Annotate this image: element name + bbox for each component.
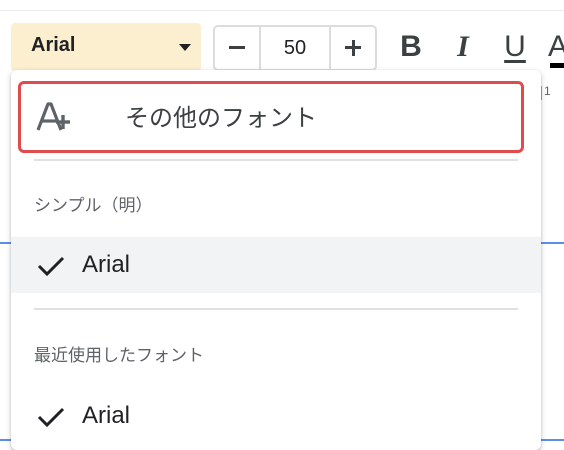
more-fonts-menu-item[interactable]: その他のフォント [18, 81, 524, 153]
increase-font-size-button[interactable] [329, 27, 375, 69]
font-dropdown-menu: その他のフォント シンプル（明） Arial 最近使用したフォント Arial [11, 70, 541, 450]
font-size-control: 50 [213, 25, 377, 71]
font-family-select[interactable]: Arial [11, 23, 201, 71]
menu-divider [34, 308, 518, 310]
menu-divider [34, 159, 518, 161]
font-option-label: Arial [82, 251, 131, 278]
guide-line-left [0, 242, 11, 244]
font-family-value: Arial [31, 34, 76, 56]
ruler-tick [541, 86, 542, 100]
more-fonts-label: その他のフォント [125, 104, 317, 132]
check-icon [37, 256, 65, 277]
font-size-input[interactable]: 50 [261, 27, 329, 69]
guide-line-right [541, 242, 564, 244]
text-color-swatch [550, 63, 564, 68]
recent-section-label: 最近使用したフォント [34, 346, 204, 366]
font-option-arial-simple[interactable]: Arial [11, 237, 541, 293]
bold-button[interactable]: B [393, 27, 429, 67]
add-font-icon [36, 102, 70, 131]
toolbar: Arial 50 B I U A [0, 0, 564, 80]
font-option-arial-recent[interactable]: Arial [11, 388, 541, 444]
ruler-mark: 1 [544, 84, 551, 98]
text-color-button[interactable]: A [548, 27, 564, 67]
underline-button[interactable]: U [497, 27, 533, 67]
dropdown-arrow-icon [179, 44, 191, 51]
plus-icon-vertical [351, 39, 355, 56]
minus-icon [229, 46, 245, 49]
italic-button[interactable]: I [445, 27, 481, 67]
decrease-font-size-button[interactable] [215, 27, 261, 69]
font-option-label: Arial [82, 402, 131, 429]
simple-section-label: シンプル（明） [34, 196, 153, 216]
check-icon [37, 407, 65, 428]
toolbar-top-divider [0, 10, 564, 11]
